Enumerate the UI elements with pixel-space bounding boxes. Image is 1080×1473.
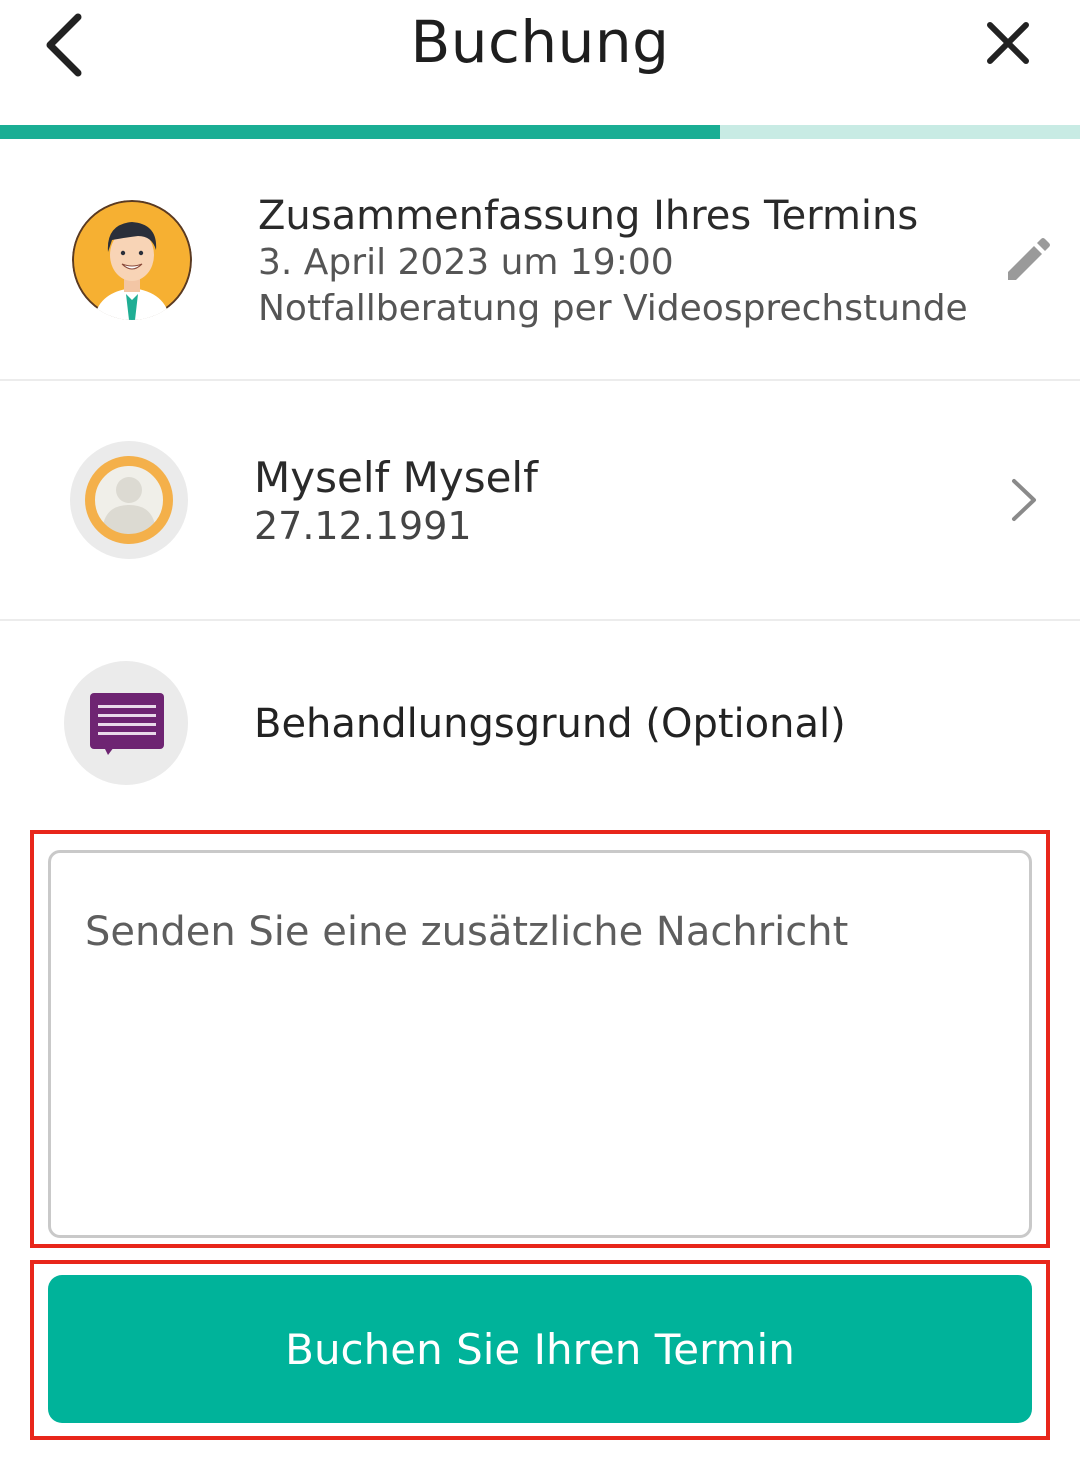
- close-button[interactable]: [968, 3, 1048, 83]
- reason-icon-circle: [64, 661, 188, 785]
- appointment-service: Notfallberatung per Videosprechstunde: [258, 288, 968, 329]
- close-icon: [987, 22, 1029, 64]
- progress-fill: [0, 125, 721, 139]
- book-appointment-button[interactable]: Buchen Sie Ihren Termin: [48, 1275, 1032, 1423]
- doctor-avatar: [72, 200, 192, 320]
- pencil-icon: [1008, 238, 1050, 280]
- patient-name: Myself Myself: [254, 453, 538, 502]
- appointment-summary-row: Zusammenfassung Ihres Termins 3. April 2…: [0, 140, 1080, 380]
- message-icon: [90, 693, 164, 755]
- reason-row: Behandlungsgrund (Optional): [0, 621, 1080, 821]
- page-title: Buchung: [410, 8, 670, 76]
- reason-label: Behandlungsgrund (Optional): [254, 701, 846, 747]
- patient-avatar: [70, 441, 188, 559]
- patient-dob: 27.12.1991: [254, 504, 472, 548]
- app-header: Buchung: [0, 0, 1080, 125]
- edit-summary-button[interactable]: [996, 232, 1056, 292]
- appointment-date: 3. April 2023 um 19:00: [258, 242, 674, 283]
- chevron-right-icon: [1012, 479, 1036, 521]
- message-input[interactable]: [48, 850, 1032, 1238]
- patient-chevron[interactable]: [998, 475, 1048, 525]
- summary-title: Zusammenfassung Ihres Termins: [258, 193, 919, 239]
- patient-row[interactable]: Myself Myself 27.12.1991: [0, 381, 1080, 619]
- booking-progress-bar: [0, 125, 1080, 139]
